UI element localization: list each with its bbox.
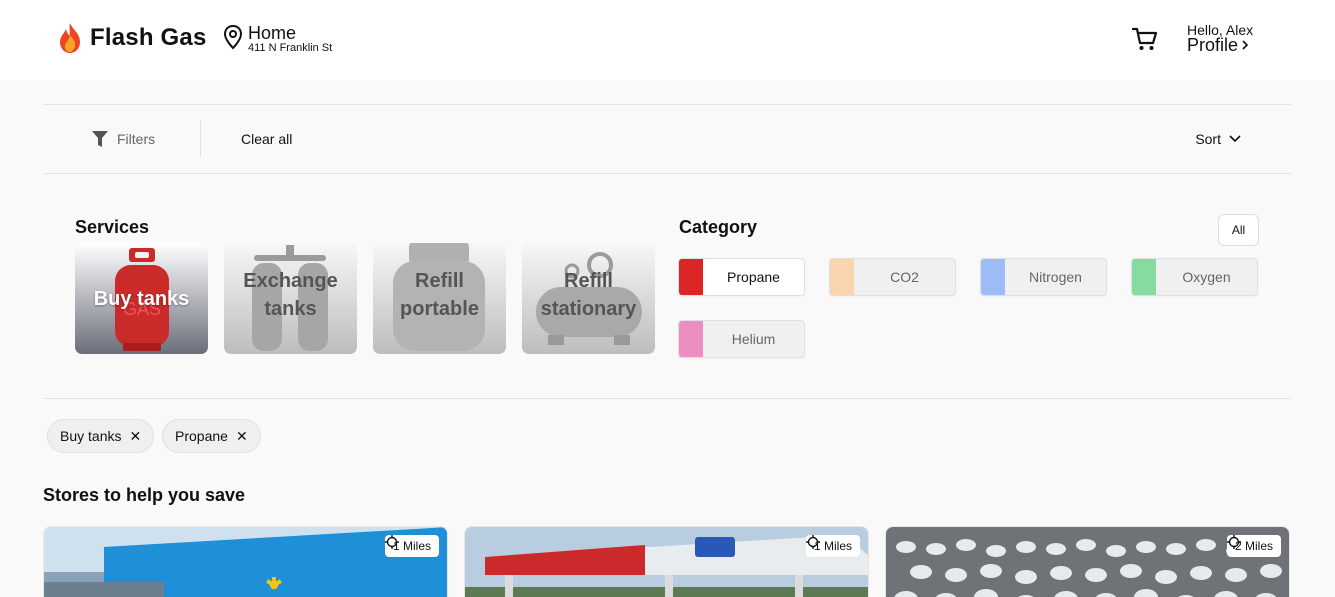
distance-badge: 1 Miles	[384, 535, 439, 557]
all-categories-button[interactable]: All	[1218, 214, 1259, 246]
category-color-swatch	[679, 321, 703, 357]
cart-icon[interactable]	[1131, 26, 1159, 52]
filters-button[interactable]: Filters	[91, 130, 155, 148]
category-color-swatch	[679, 259, 703, 295]
filter-divider	[200, 121, 201, 157]
category-helium[interactable]: Helium	[678, 320, 805, 358]
chevron-down-icon	[1229, 135, 1241, 143]
funnel-icon	[92, 131, 108, 147]
sort-label: Sort	[1195, 131, 1221, 147]
service-buy-tanks[interactable]: GAS Buy tanks	[75, 243, 208, 354]
location-target-icon	[805, 535, 820, 549]
sort-dropdown[interactable]: Sort	[1195, 131, 1241, 147]
service-label: Refill stationary	[540, 269, 637, 320]
flame-icon	[60, 23, 80, 53]
remove-tag-icon[interactable]: ✕	[236, 429, 248, 443]
location-title: Home	[248, 23, 297, 43]
service-exchange-tanks[interactable]: Exchange tanks	[224, 243, 357, 354]
chevron-right-icon	[1242, 40, 1249, 50]
applied-filter-tag: Propane ✕	[162, 419, 261, 453]
category-label: CO2	[890, 269, 919, 285]
category-color-swatch	[1132, 259, 1156, 295]
service-label: Buy tanks	[93, 287, 190, 310]
service-refill-portable[interactable]: Refill portable	[373, 243, 506, 354]
map-pin-icon	[223, 24, 243, 50]
app-header: Flash Gas Home 411 N Franklin St Hello, …	[0, 0, 1335, 80]
category-label: Oxygen	[1182, 269, 1231, 285]
user-menu[interactable]: Hello, Alex Profile	[1187, 23, 1253, 55]
clear-all-button[interactable]: Clear all	[241, 131, 292, 147]
category-color-swatch	[981, 259, 1005, 295]
app-logo[interactable]: Flash Gas	[58, 22, 207, 54]
store-card[interactable]: 1 Miles	[43, 526, 448, 597]
tag-label: Buy tanks	[60, 428, 122, 444]
filter-bar: Filters Clear all Sort	[43, 104, 1291, 174]
category-co2[interactable]: CO2	[829, 258, 956, 296]
filters-label: Filters	[117, 131, 156, 147]
category-color-swatch	[830, 259, 854, 295]
service-label: Exchange tanks	[243, 269, 338, 320]
app-name: Flash Gas	[90, 24, 207, 51]
service-label: Refill portable	[400, 269, 479, 320]
applied-filter-tag: Buy tanks ✕	[47, 419, 155, 453]
location-address: 411 N Franklin St	[248, 42, 333, 54]
location-target-icon	[384, 535, 399, 549]
store-card[interactable]: 2 Miles	[885, 526, 1290, 597]
category-label: Propane	[727, 269, 780, 285]
category-label: Helium	[731, 331, 776, 347]
profile-link[interactable]: Profile	[1187, 35, 1253, 55]
profile-label: Profile	[1187, 35, 1239, 55]
section-divider	[43, 398, 1291, 399]
category-oxygen[interactable]: Oxygen	[1131, 258, 1258, 296]
category-propane[interactable]: Propane	[678, 258, 805, 296]
distance-badge: 2 Miles	[1226, 535, 1281, 557]
location-target-icon	[1226, 535, 1241, 549]
store-card[interactable]: 1 Miles	[464, 526, 869, 597]
category-nitrogen[interactable]: Nitrogen	[980, 258, 1107, 296]
remove-tag-icon[interactable]: ✕	[129, 429, 141, 443]
category-label: Nitrogen	[1029, 269, 1082, 285]
services-title: Services	[75, 217, 150, 237]
location-selector[interactable]: Home 411 N Franklin St	[222, 24, 332, 55]
tag-label: Propane	[175, 428, 228, 444]
category-title: Category	[679, 217, 758, 237]
service-refill-stationary[interactable]: Refill stationary	[522, 243, 655, 354]
stores-title: Stores to help you save	[43, 485, 246, 505]
distance-badge: 1 Miles	[805, 535, 860, 557]
